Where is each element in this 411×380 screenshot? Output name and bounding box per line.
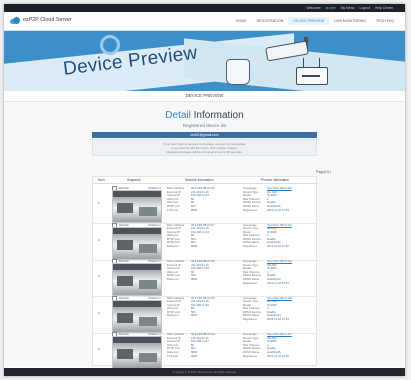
field-value: 2013-11-04 12:52 <box>267 280 289 285</box>
table-row: 2 Refresh Channel 1 MAC Address 00:13:E5:0B:… <box>93 221 318 261</box>
product-field: Registered 2013-11-04 12:52 <box>243 280 315 286</box>
snapshot-image[interactable] <box>112 263 162 296</box>
brand-name[interactable]: ezP2P Cloud Server <box>23 17 72 23</box>
utility-links: Welcome sr.com My Menu Logout Help Cente… <box>307 6 393 10</box>
page-title: Detail Information <box>4 110 405 121</box>
pagination-label[interactable]: Page(1/1) <box>316 170 331 174</box>
field-label: Registered <box>243 317 257 322</box>
product-info: Homepage http://192.168.0.127 Device Type H… <box>243 332 315 359</box>
snapshot-image[interactable] <box>112 226 162 260</box>
field-value: 9000 <box>191 353 198 358</box>
welcome-text: Welcome <box>306 6 321 10</box>
product-info: Homepage http://192.168.0.123 Device Type H… <box>243 186 315 213</box>
site-header: ezP2P Cloud Server HOME REGISTRATION DEV… <box>4 12 405 31</box>
hand-pointer-icon <box>226 59 250 85</box>
logout-link[interactable]: Logout <box>360 6 370 10</box>
field-label: Registered <box>243 244 257 249</box>
network-field: TCP port 8000 <box>167 207 235 213</box>
network-field: Data port 8000 <box>167 314 235 318</box>
main-content: Detail Information Registered device lis… <box>4 102 405 370</box>
network-field: Data port 8000 <box>167 276 235 282</box>
field-value: 2013-11-04 12:56 <box>267 353 289 358</box>
field-label: Registered <box>243 207 257 212</box>
field-value: 2013-11-04 12:54 <box>267 317 289 322</box>
row-number: 5 <box>98 347 100 351</box>
snapshot-image[interactable] <box>112 299 162 333</box>
utility-bar: Welcome sr.com My Menu Logout Help Cente… <box>4 4 405 12</box>
network-info: MAC Address 00:13:E5:0B:2C:08 External IP 2… <box>167 259 235 282</box>
row-number: 3 <box>98 274 100 278</box>
notice-box: If you can't login a device's homepage, … <box>92 139 317 156</box>
table-row: 1 Refresh Channel 1 MAC Address 00:13:E5:0B:… <box>93 184 318 224</box>
field-value: 8000 <box>191 244 198 249</box>
field-value: 2013-11-04 12:48 <box>267 207 289 212</box>
field-value: 8000 <box>191 207 198 212</box>
table-row: 4 Refresh Channel 1 MAC Address 00:13:E5:0B:… <box>93 294 318 334</box>
dvr-recorder-icon <box>296 58 328 85</box>
notice-line: Registered images will be refreshed in e… <box>166 150 243 154</box>
page-subtitle: DEVICE PREVIEW <box>4 91 405 102</box>
product-field: Registered 2013-11-04 12:48 <box>243 207 315 213</box>
snapshot-image[interactable] <box>112 336 162 369</box>
field-label: Data port <box>167 244 179 249</box>
product-field: Registered 2013-11-04 12:56 <box>243 353 315 359</box>
nav-tech-faq[interactable]: TECH FAQ <box>371 17 399 25</box>
table-row: 3 Refresh Channel 1 MAC Address 00:13:E5:0B:… <box>93 257 318 297</box>
main-nav: HOME REGISTRATION DEVICE PREVIEW USB MON… <box>231 17 399 25</box>
hero-banner: Device Preview <box>4 31 405 91</box>
title-accent: Detail <box>165 110 191 121</box>
site-footer: Copyright © ezP2P Cloud Server All right… <box>4 368 405 376</box>
table-header: Num Snapshot Network Information Product… <box>93 177 318 184</box>
col-num: Num <box>98 178 105 182</box>
network-info: MAC Address 00:13:E5:0B:2C:0A External IP 2… <box>167 332 235 359</box>
product-info: Homepage http://192.168.0.125 Device Type H… <box>243 259 315 286</box>
nav-registration[interactable]: REGISTRATION <box>252 17 289 25</box>
network-info: MAC Address 00:13:E5:0B:2C:07 External IP 2… <box>167 223 235 249</box>
field-label: Registered <box>243 280 257 285</box>
col-network-info: Network Information <box>185 178 214 182</box>
row-number: 1 <box>98 201 100 205</box>
table-row: 5 Refresh Channel 1 MAC Address 00:13:E5:0B:… <box>93 330 318 370</box>
snapshot-image[interactable] <box>112 190 162 223</box>
account-email-bar: test01@gmail.com <box>92 132 317 138</box>
my-menu-link[interactable]: My Menu <box>341 6 355 10</box>
field-value: 8000 <box>191 276 198 281</box>
field-value: 2013-11-04 12:50 <box>267 244 289 249</box>
col-product-info: Product Information <box>261 178 289 182</box>
network-field: Data port 8000 <box>167 244 235 249</box>
field-label: TCP port <box>167 207 179 212</box>
row-number: 2 <box>98 237 100 242</box>
field-value: 8000 <box>191 313 198 318</box>
nav-usb-monitoring[interactable]: USB MONITORING <box>329 17 371 25</box>
field-label: Data port <box>167 276 179 281</box>
product-info: Homepage http://192.168.0.124 Device Type H… <box>243 223 315 249</box>
col-snapshot: Snapshot <box>127 178 141 182</box>
nav-device-preview[interactable]: DEVICE PREVIEW <box>288 17 330 25</box>
product-info: Homepage http://192.168.0.126 Device Type H… <box>243 296 315 322</box>
page-description: Registered device list <box>182 123 227 128</box>
row-number: 4 <box>98 310 100 315</box>
field-label: TCP port <box>167 353 179 358</box>
browser-frame: Welcome sr.com My Menu Logout Help Cente… <box>4 4 405 376</box>
network-field: TCP port 9000 <box>167 353 235 359</box>
help-center-link[interactable]: Help Center <box>375 6 393 10</box>
product-field: Registered 2013-11-04 12:50 <box>243 244 315 249</box>
user-link[interactable]: sr.com <box>326 6 336 10</box>
field-label: Data port <box>167 313 179 318</box>
cloud-logo-icon[interactable] <box>10 17 20 24</box>
nav-home[interactable]: HOME <box>231 17 252 25</box>
network-info: MAC Address 00:13:E5:0B:2C:09 External IP 2… <box>167 296 235 319</box>
product-field: Registered 2013-11-04 12:54 <box>243 317 315 322</box>
field-label: Registered <box>243 353 257 358</box>
network-info: MAC Address 00:13:E5:0B:2C:06 External IP 2… <box>167 186 235 213</box>
device-table: Num Snapshot Network Information Product… <box>92 176 318 370</box>
title-rest: Information <box>190 110 244 121</box>
